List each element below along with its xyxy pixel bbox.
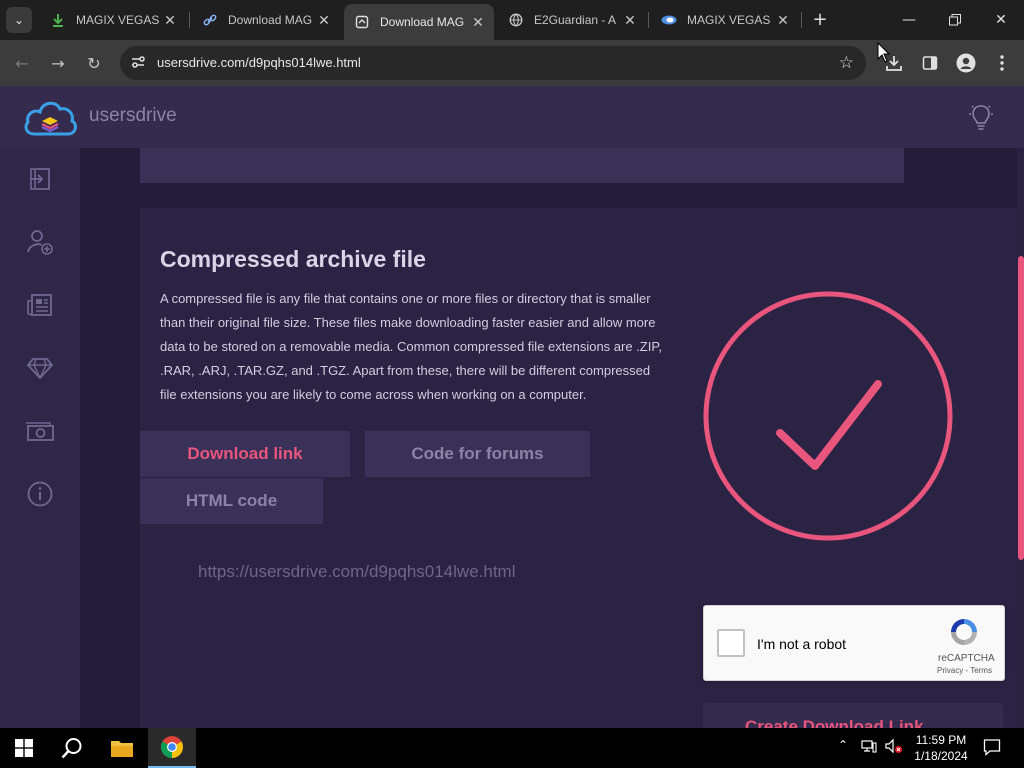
tab-separator [801,12,802,28]
create-download-link-button[interactable]: Create Download Link [703,703,1003,728]
recaptcha-logo-icon [951,619,977,645]
profile-avatar-icon[interactable] [952,49,980,77]
recaptcha-label: I'm not a robot [757,636,847,652]
tab-separator [189,12,190,28]
tab-code-for-forums[interactable]: Code for forums [365,431,590,477]
minimize-icon[interactable]: — [886,0,932,40]
file-explorer-icon[interactable] [98,728,146,768]
download-link-output[interactable]: https://usersdrive.com/d9pqhs014lwe.html [198,562,516,582]
new-tab-plus-icon[interactable]: + [809,9,831,31]
menu-kebab-icon[interactable] [988,49,1016,77]
recaptcha-checkbox[interactable] [717,629,745,657]
back-arrow-icon[interactable]: ← [8,49,36,77]
browser-toolbar: ← → ↻ usersdrive.com/d9pqhs014lwe.html ☆ [0,40,1024,86]
tab-search-chevron-icon[interactable]: ⌄ [6,7,32,33]
close-icon[interactable]: ✕ [620,12,640,29]
recaptcha-widget: I'm not a robot reCAPTCHA Privacy - Term… [703,605,1005,681]
clock-time: 11:59 PM [915,733,967,747]
bookmark-star-icon[interactable]: ☆ [839,53,854,73]
restore-icon[interactable] [932,0,978,40]
file-description: A compressed file is any file that conta… [160,291,662,402]
link-icon [202,12,218,28]
tab-separator [648,12,649,28]
tab-2[interactable]: Download MAG ✕ [192,4,340,36]
close-icon[interactable]: ✕ [314,12,334,29]
recaptcha-privacy-terms-link[interactable]: Privacy - Terms [937,666,992,675]
news-icon[interactable] [24,289,56,321]
scrollbar-thumb[interactable] [1018,256,1024,560]
tab-3-active[interactable]: Download MAG ✕ [344,4,494,40]
site-settings-icon[interactable] [130,54,148,72]
usersdrive-cloud-logo-icon[interactable] [22,96,78,138]
clock-date: 1/18/2024 [914,749,968,763]
page-icon [354,14,370,30]
sidebar [0,148,80,728]
info-icon[interactable] [24,478,56,510]
chrome-taskbar-icon[interactable] [148,728,196,768]
tab-5[interactable]: MAGIX VEGAS ✕ [651,4,799,36]
diamond-premium-icon[interactable] [24,352,56,384]
success-checkmark-icon [703,291,953,541]
show-hidden-icons-chevron-icon[interactable]: ⌃ [838,738,848,752]
add-user-icon[interactable] [24,226,56,258]
close-icon[interactable]: ✕ [468,14,488,31]
lightbulb-theme-icon[interactable] [968,103,994,131]
notifications-icon[interactable] [983,738,1001,759]
tab-5-label: MAGIX VEGAS [687,13,771,27]
reload-icon[interactable]: ↻ [80,49,108,77]
tab-1[interactable]: MAGIX VEGAS ✕ [40,4,186,36]
tab-3-label: Download MAG [380,15,465,29]
search-icon[interactable] [48,728,96,768]
forward-arrow-icon[interactable]: → [44,49,72,77]
web-page: usersdrive Compressed archive file A com… [0,86,1024,728]
top-panel [140,148,904,183]
mouse-cursor-icon [877,42,891,63]
site-header: usersdrive [0,86,1024,148]
tab-download-link[interactable]: Download link [140,431,350,477]
recaptcha-brand: reCAPTCHA [938,653,995,664]
windows-start-icon[interactable] [0,728,48,768]
close-icon[interactable]: ✕ [773,12,793,29]
create-download-link-label: Create Download Link [745,717,924,728]
vegas-icon [661,12,677,28]
side-panel-icon[interactable] [916,49,944,77]
tab-html-code[interactable]: HTML code [140,478,323,524]
browser-tab-bar: ⌄ MAGIX VEGAS ✕ Download MAG ✕ Download … [0,0,1024,40]
page-title: Compressed archive file [160,246,426,272]
tab-4[interactable]: E2Guardian - A ✕ [498,4,646,36]
volume-muted-icon[interactable] [885,738,903,757]
site-brand-name[interactable]: usersdrive [89,105,177,127]
money-earnings-icon[interactable] [24,415,56,447]
tab-4-label: E2Guardian - A [534,13,617,27]
system-clock[interactable]: 11:59 PM 1/18/2024 [905,732,977,764]
tab-1-label: MAGIX VEGAS [76,13,160,27]
close-window-icon[interactable]: ✕ [978,0,1024,40]
close-icon[interactable]: ✕ [160,12,180,29]
address-bar[interactable]: usersdrive.com/d9pqhs014lwe.html ☆ [120,46,866,80]
login-icon[interactable] [24,163,56,195]
globe-icon [508,12,524,28]
download-arrow-icon [50,12,66,28]
windows-taskbar: ⌃ 11:59 PM 1/18/2024 [0,728,1024,768]
tab-2-label: Download MAG [228,13,313,27]
url-text: usersdrive.com/d9pqhs014lwe.html [157,55,361,70]
network-icon[interactable] [861,738,877,757]
